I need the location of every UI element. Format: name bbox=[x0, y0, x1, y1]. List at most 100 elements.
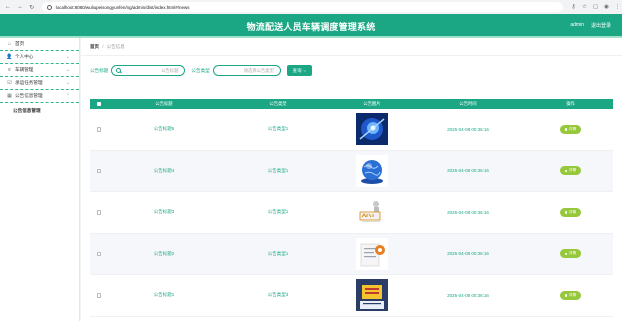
row-checkbox[interactable] bbox=[96, 293, 102, 298]
detail-button-label: 详情 bbox=[568, 168, 577, 173]
detail-button-label: 详情 bbox=[568, 251, 577, 256]
detail-icon bbox=[564, 128, 568, 131]
detail-button[interactable]: 详情 bbox=[560, 124, 581, 134]
chevron-up-icon: ⌃ bbox=[65, 93, 70, 99]
user-icon: 👤 bbox=[6, 54, 13, 60]
forward-icon[interactable]: → bbox=[16, 3, 24, 11]
breadcrumb-home[interactable]: 首页 bbox=[90, 44, 99, 49]
chevron-down-icon: ⌄ bbox=[65, 80, 70, 86]
breadcrumb-current: 公告信息 bbox=[106, 44, 125, 49]
table-row: 公告标题5 公告类型1 2025-04-08 00:36:16 详情 bbox=[90, 109, 613, 151]
table-row: 公告标题1 公告类型3 2025-04-08 00:36:16 详情 bbox=[90, 275, 613, 317]
row-image-cell bbox=[336, 113, 408, 146]
page-title: 物流配送人员车辆调度管理系统 bbox=[246, 22, 376, 32]
sidebar-item-home[interactable]: ⌂ 首页 bbox=[0, 38, 79, 51]
detail-button[interactable]: 详情 bbox=[560, 290, 581, 300]
sidebar-item-label: 个人中心 bbox=[15, 54, 34, 59]
row-checkbox[interactable] bbox=[96, 251, 102, 256]
sidebar-item-label: 首页 bbox=[15, 41, 25, 46]
row-action-cell: 详情 bbox=[528, 249, 613, 259]
search-bar: 公告标题 公告标题 公告类型 请选择公告类型 查询 ○ bbox=[90, 65, 312, 76]
header-time: 公告时间 bbox=[459, 101, 477, 106]
bookmark-star-icon[interactable]: ☆ bbox=[580, 3, 589, 12]
current-user: admin bbox=[570, 22, 584, 28]
title-search-input[interactable]: 公告标题 bbox=[111, 65, 186, 76]
extensions-icon[interactable]: ▢ bbox=[591, 3, 600, 12]
row-time: 2025-04-08 00:36:16 bbox=[447, 126, 489, 132]
table-row: 公告标题3 公告类型1 2025-04-08 00:36:16 详情 bbox=[90, 192, 613, 234]
sidebar-item-label: 公告信息管理 bbox=[15, 93, 43, 98]
row-checkbox[interactable] bbox=[96, 168, 102, 173]
row-type: 公告类型1 bbox=[267, 167, 289, 173]
detail-icon bbox=[564, 252, 568, 255]
row-type: 公告类型1 bbox=[267, 126, 289, 132]
row-image-cell bbox=[336, 154, 408, 187]
profile-icon[interactable]: ◉ bbox=[602, 3, 611, 12]
row-image-cell bbox=[336, 237, 408, 270]
row-select-cell bbox=[90, 293, 108, 298]
news-figure-image[interactable] bbox=[356, 196, 388, 229]
app-header: 物流配送人员车辆调度管理系统 admin 退出登录 bbox=[0, 14, 622, 36]
row-image-cell bbox=[336, 279, 408, 312]
row-type: 公告类型1 bbox=[267, 250, 289, 256]
search-icon bbox=[116, 68, 122, 73]
sidebar-item-label: 车辆管理 bbox=[15, 67, 34, 72]
menu-dots-icon[interactable]: ⋮ bbox=[613, 3, 622, 12]
row-time: 2025-04-08 00:36:16 bbox=[447, 292, 489, 298]
search-icon: ○ bbox=[303, 68, 306, 73]
tech-blue-image[interactable] bbox=[356, 113, 388, 146]
query-button[interactable]: 查询 ○ bbox=[286, 65, 312, 76]
document-image[interactable] bbox=[356, 237, 388, 270]
detail-button-label: 详情 bbox=[568, 126, 577, 131]
sidebar-item-tasks[interactable]: ☑ 承运任务管理 ⌄ bbox=[0, 77, 79, 90]
news-board-image[interactable] bbox=[356, 279, 388, 312]
row-action-cell: 详情 bbox=[528, 124, 613, 134]
row-type: 公告类型3 bbox=[267, 292, 289, 298]
key-icon[interactable]: ⚷ bbox=[569, 3, 578, 12]
row-checkbox[interactable] bbox=[96, 210, 102, 215]
type-select[interactable]: 请选择公告类型 bbox=[212, 65, 281, 76]
detail-button[interactable]: 详情 bbox=[560, 249, 581, 259]
type-select-placeholder: 请选择公告类型 bbox=[243, 67, 274, 73]
select-all-checkbox[interactable] bbox=[96, 101, 102, 107]
detail-button-label: 详情 bbox=[568, 292, 577, 297]
sidebar-item-announcements[interactable]: ▦ 公告信息管理 ⌃ bbox=[0, 90, 79, 103]
row-action-cell: 详情 bbox=[528, 290, 613, 300]
row-title: 公告标题1 bbox=[153, 292, 175, 298]
edit-icon: ☑ bbox=[7, 80, 12, 86]
logout-button[interactable]: 退出登录 bbox=[591, 22, 611, 29]
header-type: 公告类型 bbox=[269, 101, 287, 106]
row-title: 公告标题2 bbox=[153, 250, 175, 256]
row-time: 2025-04-08 00:36:16 bbox=[447, 209, 489, 215]
address-bar[interactable]: localhost:8080/wuliupeisongyunfen/ng/adm… bbox=[41, 2, 564, 12]
detail-button[interactable]: 详情 bbox=[560, 166, 581, 176]
home-icon: ⌂ bbox=[7, 41, 12, 47]
back-icon[interactable]: ← bbox=[4, 3, 12, 11]
sidebar-subitem-label: 公告信息管理 bbox=[13, 107, 41, 113]
row-time: 2025-04-08 00:36:16 bbox=[447, 168, 489, 174]
detail-button[interactable]: 详情 bbox=[560, 207, 581, 217]
site-info-icon[interactable] bbox=[46, 4, 52, 10]
sidebar-subitem-announcement-management[interactable]: 公告信息管理 bbox=[0, 103, 79, 118]
sidebar-item-vehicles[interactable]: ≡ 车辆管理 ⌄ bbox=[0, 64, 79, 77]
globe-image[interactable] bbox=[356, 154, 388, 187]
sidebar-item-personal-center[interactable]: 👤 个人中心 ⌄ bbox=[0, 51, 79, 64]
list-icon: ≡ bbox=[8, 67, 11, 73]
chevron-down-icon: ⌄ bbox=[65, 67, 70, 73]
select-all-cell bbox=[90, 101, 108, 107]
row-title: 公告标题5 bbox=[153, 126, 175, 132]
table-row: 公告标题4 公告类型1 2025-04-08 00:36:16 详情 bbox=[90, 150, 613, 192]
sidebar: ⌂ 首页 👤 个人中心 ⌄ ≡ 车辆管理 ⌄ ☑ 承运任务管理 ⌄ ▦ 公告信息… bbox=[0, 38, 80, 321]
query-button-label: 查询 bbox=[292, 67, 302, 73]
reload-icon[interactable]: ↻ bbox=[28, 3, 36, 11]
row-select-cell bbox=[90, 127, 108, 132]
row-checkbox[interactable] bbox=[96, 127, 102, 132]
sidebar-item-label: 承运任务管理 bbox=[15, 80, 43, 85]
detail-icon bbox=[564, 169, 568, 172]
divider bbox=[81, 55, 622, 56]
row-select-cell bbox=[90, 168, 108, 173]
row-action-cell: 详情 bbox=[528, 166, 613, 176]
row-type: 公告类型1 bbox=[267, 209, 289, 215]
announcement-table: 公告标题 公告类型 公告图片 公告时间 操作 公告标题5 公告类型1 2025-… bbox=[90, 99, 613, 317]
grid-icon: ▦ bbox=[7, 93, 12, 99]
